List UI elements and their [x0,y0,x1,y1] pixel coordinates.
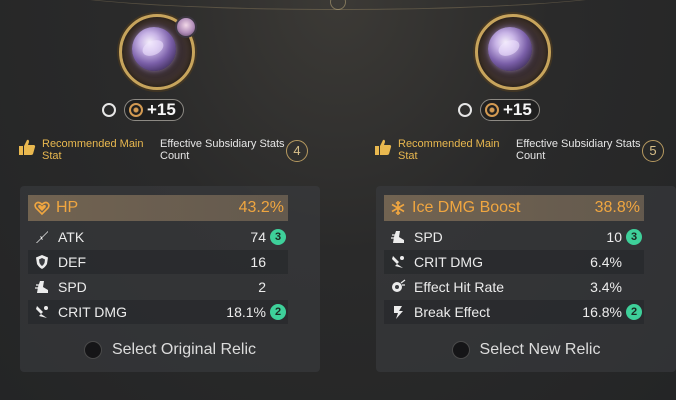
sub-stat-row: CRIT DMG 18.1% 2 [28,300,288,324]
recommended-main-stat-label: Recommended Main Stat [398,138,500,162]
main-stat-row: Ice DMG Boost 38.8% [384,195,644,221]
roll-count-badge: 2 [626,304,642,320]
level-value: +15 [503,100,532,119]
relic-icon[interactable] [119,14,199,94]
sub-stat-value: 18.1% [226,304,266,320]
sub-stat-row: SPD 2 [28,275,288,299]
subsidiary-count-badge: 5 [642,140,664,162]
shield-icon [34,254,50,270]
sub-stat-name: ATK [58,229,85,245]
sub-stat-name: CRIT DMG [414,254,483,270]
character-avatar [175,16,197,38]
hit-rate-icon [390,279,406,295]
sub-stat-name: Break Effect [414,304,491,320]
level-icon [485,103,499,117]
boot-icon [34,279,50,295]
sub-stat-value: 2 [258,279,266,295]
sub-stat-name: SPD [58,279,87,295]
sub-stat-row: CRIT DMG 6.4% [384,250,644,274]
subsidiary-count-badge: 4 [286,140,308,162]
sub-stat-row: SPD 10 3 [384,225,644,249]
relic-orb-image [132,27,176,71]
select-new-relic-option[interactable]: Select New Relic [376,338,676,362]
thumbs-up-icon [375,139,392,155]
radio-button[interactable] [451,341,470,359]
relic-orb-image [488,27,532,71]
sub-stat-name: SPD [414,229,443,245]
snowflake-icon [390,200,406,216]
main-stat-name: Ice DMG Boost [412,199,521,216]
relic-icon[interactable] [475,14,555,94]
select-label: Select New Relic [479,341,601,358]
sub-stat-name: CRIT DMG [58,304,127,320]
sub-stat-name: DEF [58,254,86,270]
effective-subsidiary-label: Effective Subsidiary Stats Count [160,138,285,162]
level-icon [129,103,143,117]
stats-box: Ice DMG Boost 38.8% SPD 10 3 CRIT DMG 6.… [376,186,676,372]
lock-icon[interactable] [102,103,116,117]
sub-stat-value: 10 [606,229,622,245]
sub-stat-row: Effect Hit Rate 3.4% [384,275,644,299]
crit-icon [34,304,50,320]
sub-stat-row: DEF 16 [28,250,288,274]
main-stat-value: 38.8% [594,199,640,216]
relic-level-row: +15 [102,99,184,121]
sub-stat-row: ATK 74 3 [28,225,288,249]
recommendation-row: Recommended Main Stat Effective Subsidia… [18,136,318,166]
thumbs-up-icon [19,139,36,155]
heart-icon [34,200,50,216]
lock-icon[interactable] [458,103,472,117]
effective-subsidiary-label: Effective Subsidiary Stats Count [516,138,641,162]
sword-icon [34,229,50,245]
new-relic-panel: +15 Recommended Main Stat Effective Subs… [368,0,676,400]
sub-stat-value: 6.4% [590,254,622,270]
select-label: Select Original Relic [111,341,257,358]
roll-count-badge: 2 [270,304,286,320]
relic-level-row: +15 [458,99,540,121]
main-stat-name: HP [56,199,79,216]
roll-count-badge: 3 [270,229,286,245]
roll-count-badge: 3 [626,229,642,245]
sub-stat-value: 16.8% [582,304,622,320]
boot-icon [390,229,406,245]
sub-stat-row: Break Effect 16.8% 2 [384,300,644,324]
level-value: +15 [147,100,176,119]
sub-stat-value: 74 [250,229,266,245]
recommendation-row: Recommended Main Stat Effective Subsidia… [374,136,674,166]
sub-stat-value: 16 [250,254,266,270]
radio-button[interactable] [83,341,102,359]
break-icon [390,304,406,320]
stats-box: HP 43.2% ATK 74 3 DEF 16 SPD 2 CRIT DMG … [20,186,320,372]
main-stat-value: 43.2% [238,199,284,216]
original-relic-panel: +15 Recommended Main Stat Effective Subs… [12,0,332,400]
sub-stat-name: Effect Hit Rate [414,279,505,295]
level-badge: +15 [124,99,184,121]
select-original-relic-option[interactable]: Select Original Relic [20,338,320,362]
level-badge: +15 [480,99,540,121]
sub-stat-value: 3.4% [590,279,622,295]
recommended-main-stat-label: Recommended Main Stat [42,138,144,162]
crit-icon [390,254,406,270]
main-stat-row: HP 43.2% [28,195,288,221]
